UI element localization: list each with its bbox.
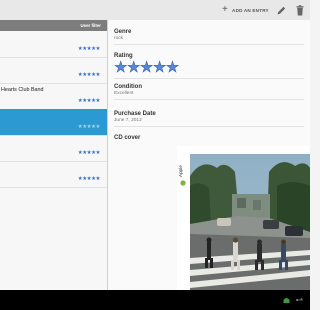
list-item[interactable]: ★★★★★ <box>0 31 107 58</box>
android-icon <box>283 298 290 303</box>
trash-icon <box>296 4 304 15</box>
list-item[interactable]: ★★★★★ <box>0 135 107 162</box>
field-divider <box>114 44 304 45</box>
list-item-selected[interactable]: ★★★★★ <box>0 109 107 136</box>
list-item-rating: ★★★★★ <box>77 72 101 78</box>
genre-label: Genre <box>114 29 132 35</box>
plus-icon: + <box>222 4 229 15</box>
list-item[interactable]: Hearts Club Band ★★★★★ <box>0 83 107 110</box>
list-item-rating: ★★★★★ <box>77 98 101 104</box>
list-item-rating: ★★★★★ <box>77 176 101 182</box>
user-filter-bar[interactable]: User filter <box>0 20 107 31</box>
list-item-title: Hearts Club Band <box>1 87 44 93</box>
add-entry-button[interactable]: + ADD AN ENTRY <box>222 3 269 17</box>
edit-button[interactable] <box>276 3 288 17</box>
field-divider <box>114 126 304 127</box>
genre-field: Genre rock <box>114 29 304 45</box>
cd-cover-image[interactable]: Apple <box>177 146 310 290</box>
rating-field: Rating ★★★★★ <box>114 53 304 79</box>
usb-icon <box>296 298 303 302</box>
condition-label: Condition <box>114 84 142 90</box>
cd-cover-field: CD cover <box>114 135 140 141</box>
list-item-rating: ★★★★★ <box>77 46 101 52</box>
purchase-date-label: Purchase Date <box>114 111 156 117</box>
user-filter-label: User filter <box>80 23 102 28</box>
condition-value: Excellent <box>114 91 134 96</box>
list-item-rating: ★★★★★ <box>77 150 101 156</box>
svg-text:Apple: Apple <box>178 165 183 177</box>
genre-value: rock <box>114 36 124 41</box>
field-divider <box>114 99 304 100</box>
list-item[interactable]: ★★★★★ <box>0 57 107 84</box>
pencil-icon <box>277 6 286 14</box>
cd-cover-label: CD cover <box>114 135 141 141</box>
apple-logo-icon <box>180 180 186 186</box>
album-art: Apple <box>177 146 310 290</box>
field-divider <box>114 78 304 79</box>
purchase-date-value: June 7, 2012 <box>114 118 142 123</box>
list-item-rating: ★★★★★ <box>77 124 101 130</box>
condition-field: Condition Excellent <box>114 84 304 100</box>
system-bar <box>0 290 310 310</box>
list-item[interactable]: ★★★★★ <box>0 161 107 188</box>
entry-list-pane: User filter ★★★★★ ★★★★★ Hearts Club Band… <box>0 20 107 290</box>
add-entry-label: ADD AN ENTRY <box>232 7 269 13</box>
rating-stars[interactable]: ★★★★★ <box>114 60 304 76</box>
entry-detail-pane: Genre rock Rating ★★★★★ Condition Excell… <box>108 20 310 290</box>
purchase-date-field: Purchase Date June 7, 2012 <box>114 111 304 127</box>
action-bar: + ADD AN ENTRY <box>0 0 310 21</box>
delete-button[interactable] <box>296 3 306 17</box>
